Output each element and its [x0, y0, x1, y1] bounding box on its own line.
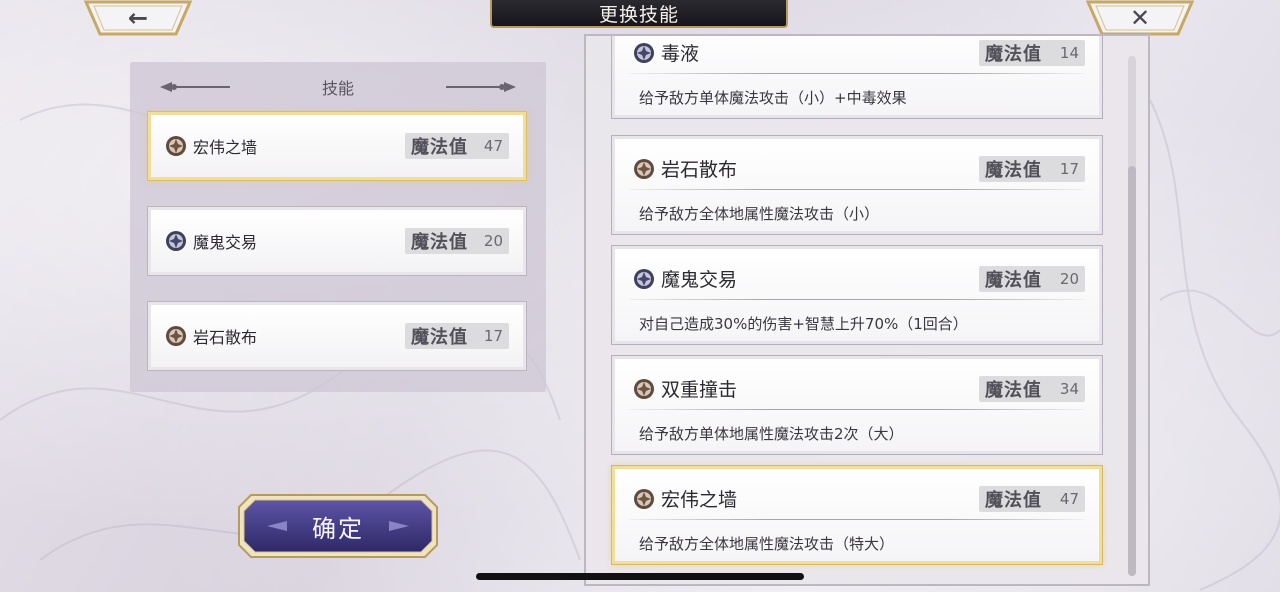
skill-name: 毒液	[661, 43, 700, 65]
equipped-skill-slot-2[interactable]: 魔鬼交易 魔法值 20	[148, 207, 526, 275]
mana-cost-label: 魔法值	[411, 327, 468, 348]
top-bar: ← 更换技能 ✕	[0, 0, 1280, 36]
skill-name: 岩石散布	[661, 159, 738, 181]
earth-element-icon	[166, 136, 186, 156]
skill-card-5[interactable]: 宏伟之墙 魔法值 47 给予敌方全体地属性魔法攻击（特大）	[612, 466, 1102, 564]
scrollbar-thumb[interactable]	[1128, 166, 1136, 576]
dark-element-icon	[166, 231, 186, 251]
divider	[629, 519, 1085, 520]
skill-card-4[interactable]: 双重撞击 魔法值 34 给予敌方单体地属性魔法攻击2次（大）	[612, 356, 1102, 454]
skill-name: 魔鬼交易	[661, 269, 738, 291]
scrollbar[interactable]	[1128, 56, 1136, 576]
earth-element-icon	[634, 379, 654, 399]
skill-list-panel[interactable]: 毒液 魔法值 14 给予敌方单体魔法攻击（小）+中毒效果 岩石散布 魔法值 17…	[584, 34, 1150, 586]
confirm-button-label: 确定	[312, 514, 364, 543]
skill-card-3[interactable]: 魔鬼交易 魔法值 20 对自己造成30%的伤害+智慧上升70%（1回合）	[612, 246, 1102, 344]
mana-cost: 魔法值 17	[405, 323, 509, 349]
mana-cost-value: 47	[483, 137, 503, 155]
mana-cost-label: 魔法值	[985, 160, 1042, 181]
mana-cost-label: 魔法值	[985, 380, 1042, 401]
mana-cost: 魔法值 34	[979, 376, 1085, 402]
equipped-skill-slot-1[interactable]: 宏伟之墙 魔法值 47	[148, 112, 526, 180]
mana-cost-value: 47	[1059, 490, 1079, 508]
skill-card-1[interactable]: 毒液 魔法值 14 给予敌方单体魔法攻击（小）+中毒效果	[612, 36, 1102, 118]
skill-description: 给予敌方全体地属性魔法攻击（小）	[639, 205, 880, 223]
mana-cost: 魔法值 17	[979, 156, 1085, 182]
mana-cost-label: 魔法值	[411, 137, 468, 158]
skill-name: 双重撞击	[661, 379, 738, 401]
equipped-skill-slot-3[interactable]: 岩石散布 魔法值 17	[148, 302, 526, 370]
earth-element-icon	[634, 489, 654, 509]
mana-cost-label: 魔法值	[411, 232, 468, 253]
dark-element-icon	[634, 43, 654, 63]
mana-cost-value: 17	[483, 327, 503, 345]
divider	[629, 73, 1085, 74]
panel-header-label: 技能	[321, 79, 354, 98]
mana-cost-label: 魔法值	[985, 270, 1042, 291]
page-title: 更换技能	[598, 3, 679, 26]
confirm-button[interactable]: 确定	[237, 493, 439, 559]
earth-element-icon	[634, 159, 654, 179]
back-arrow-icon: ←	[127, 4, 149, 32]
divider	[629, 189, 1085, 190]
skill-name: 宏伟之墙	[193, 138, 258, 157]
mana-cost: 魔法值 20	[979, 266, 1085, 292]
mana-cost: 魔法值 47	[405, 133, 509, 159]
mana-cost: 魔法值 47	[979, 486, 1085, 512]
mana-cost-value: 34	[1059, 380, 1079, 398]
skill-description: 给予敌方全体地属性魔法攻击（特大）	[639, 535, 895, 553]
mana-cost-value: 20	[483, 232, 503, 250]
panel-header: 技能	[130, 74, 546, 100]
home-indicator[interactable]	[476, 573, 804, 580]
skill-name: 宏伟之墙	[661, 489, 738, 511]
mana-cost-value: 14	[1059, 44, 1079, 62]
dark-element-icon	[634, 269, 654, 289]
mana-cost-label: 魔法值	[985, 490, 1042, 511]
mana-cost-value: 17	[1059, 160, 1079, 178]
earth-element-icon	[166, 326, 186, 346]
close-icon: ✕	[1129, 4, 1151, 32]
skill-card-2[interactable]: 岩石散布 魔法值 17 给予敌方全体地属性魔法攻击（小）	[612, 136, 1102, 234]
skill-name: 魔鬼交易	[193, 233, 258, 252]
close-button[interactable]: ✕	[1086, 0, 1194, 36]
skill-name: 岩石散布	[193, 328, 258, 347]
mana-cost-label: 魔法值	[985, 44, 1042, 65]
divider	[629, 299, 1085, 300]
mana-cost-value: 20	[1059, 270, 1079, 288]
title-plate: 更换技能	[490, 0, 788, 28]
back-button[interactable]: ←	[84, 0, 192, 36]
ornament-left-icon	[160, 82, 230, 92]
mana-cost: 魔法值 14	[979, 40, 1085, 66]
divider	[629, 409, 1085, 410]
skill-description: 给予敌方单体魔法攻击（小）+中毒效果	[639, 89, 907, 107]
skill-description: 对自己造成30%的伤害+智慧上升70%（1回合）	[639, 315, 968, 333]
ornament-right-icon	[446, 82, 516, 92]
skill-description: 给予敌方单体地属性魔法攻击2次（大）	[639, 425, 904, 443]
mana-cost: 魔法值 20	[405, 228, 509, 254]
equipped-skills-panel: 技能 宏伟之墙 魔法值 47 魔鬼交易 魔法值 20 岩石散布 魔法值 17	[130, 62, 546, 392]
